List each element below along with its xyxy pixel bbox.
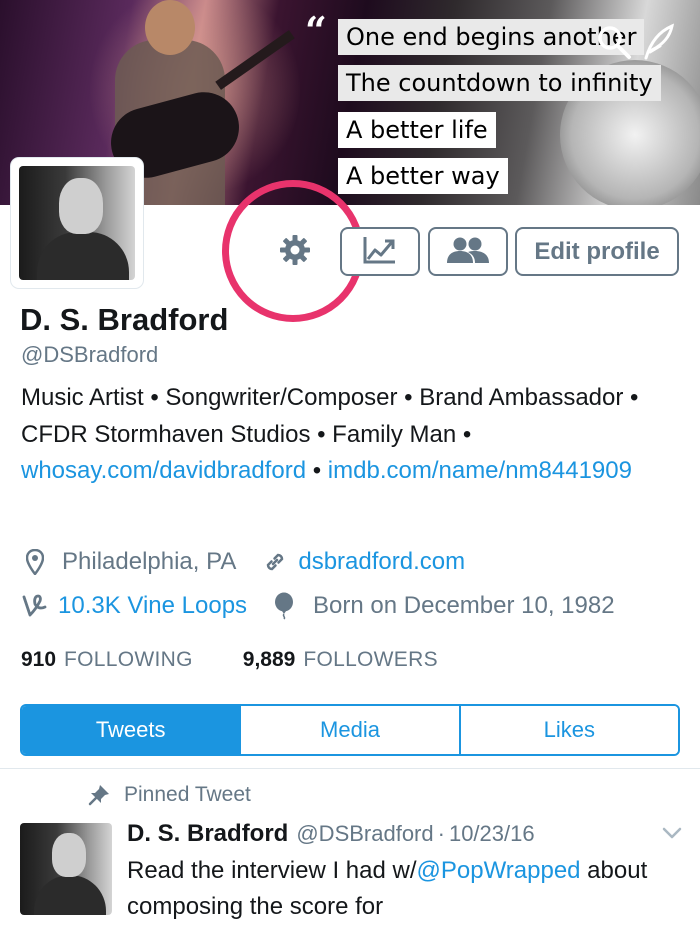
compose-feather-icon[interactable] [640, 22, 676, 67]
tweet-author-avatar[interactable] [20, 823, 112, 915]
tweet-author-name[interactable]: D. S. Bradford [127, 820, 288, 848]
follow-stats: 910 FOLLOWING 9,889 FOLLOWERS [21, 648, 438, 672]
tab-tweets[interactable]: Tweets [22, 706, 240, 754]
profile-meta-row-1: Philadelphia, PA dsbradford.com [20, 548, 465, 576]
analytics-button[interactable] [340, 227, 420, 276]
website-item[interactable]: dsbradford.com [260, 548, 465, 576]
quote-mark-icon: “ [305, 8, 327, 53]
followers-stat[interactable]: 9,889 FOLLOWERS [243, 648, 438, 672]
pinned-tweet-indicator: Pinned Tweet [88, 783, 251, 807]
tweet-text-before: Read the interview I had w/ [127, 857, 417, 884]
settings-button[interactable] [270, 226, 320, 276]
banner-quote-line-3: A better life [338, 112, 496, 148]
profile-meta-row-2: 10.3K Vine Loops Born on December 10, 19… [20, 592, 615, 620]
tweet-author-handle[interactable]: @DSBradford [296, 821, 433, 847]
people-icon [446, 236, 490, 267]
tweet-date[interactable]: 10/23/16 [449, 821, 535, 847]
profile-bio: Music Artist • Songwriter/Composer • Bra… [21, 380, 686, 490]
search-icon[interactable] [594, 22, 634, 67]
tweet-mention-link[interactable]: @PopWrapped [417, 857, 581, 884]
following-label: FOLLOWING [64, 648, 193, 671]
bio-link-imdb[interactable]: imdb.com/name/nm8441909 [328, 457, 632, 484]
location-item: Philadelphia, PA [20, 548, 236, 576]
edit-profile-button[interactable]: Edit profile [515, 227, 679, 276]
profile-name: D. S. Bradford [20, 302, 229, 337]
avatar-face [59, 178, 103, 234]
following-stat[interactable]: 910 FOLLOWING [21, 648, 193, 672]
tweet-text: Read the interview I had w/@PopWrapped a… [127, 853, 687, 925]
tweet-avatar-face [52, 833, 86, 877]
website-link[interactable]: dsbradford.com [298, 548, 465, 576]
bio-separator: • [306, 457, 328, 484]
link-icon [260, 549, 290, 575]
balloon-icon [269, 592, 299, 620]
vine-loops-link[interactable]: 10.3K Vine Loops [58, 592, 247, 620]
lists-button[interactable] [428, 227, 508, 276]
profile-avatar[interactable] [11, 158, 143, 288]
tweet-meta-separator: · [437, 821, 445, 846]
bio-text: Music Artist • Songwriter/Composer • Bra… [21, 384, 639, 448]
location-text: Philadelphia, PA [62, 548, 237, 575]
pin-icon [88, 784, 110, 806]
timeline-divider [0, 768, 700, 769]
avatar-photo [19, 166, 135, 280]
banner-performer-head [145, 0, 195, 55]
pinned-label: Pinned Tweet [124, 783, 251, 806]
location-pin-icon [20, 549, 50, 575]
followers-count: 9,889 [242, 648, 296, 671]
bio-link-whosay[interactable]: whosay.com/davidbradford [21, 457, 306, 484]
tweet-header: D. S. Bradford @DSBradford · 10/23/16 [127, 820, 535, 848]
analytics-chart-icon [362, 235, 398, 268]
tab-media[interactable]: Media [239, 706, 459, 754]
followers-label: FOLLOWERS [303, 648, 438, 671]
vine-icon [20, 593, 50, 619]
profile-handle: @DSBradford [21, 342, 159, 367]
banner-quote-line-4: A better way [338, 158, 508, 194]
birthday-text: Born on December 10, 1982 [313, 592, 615, 619]
banner-quote-line-2: The countdown to infinity [338, 65, 661, 101]
gear-icon [278, 233, 312, 270]
tab-likes[interactable]: Likes [458, 706, 678, 754]
chevron-down-icon[interactable] [662, 826, 682, 845]
tweet-avatar-shoulders [34, 875, 106, 915]
avatar-shoulders [37, 232, 129, 280]
following-count: 910 [21, 648, 57, 671]
birthday-item: Born on December 10, 1982 [269, 592, 615, 620]
vine-item[interactable]: 10.3K Vine Loops [20, 592, 247, 620]
profile-tabs: Tweets Media Likes [20, 704, 680, 756]
